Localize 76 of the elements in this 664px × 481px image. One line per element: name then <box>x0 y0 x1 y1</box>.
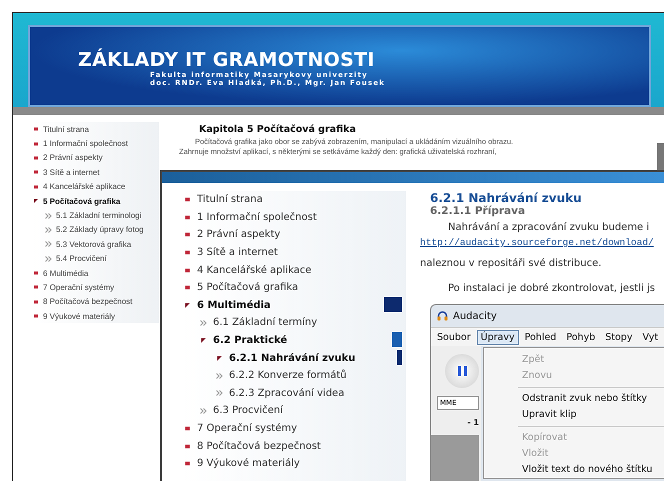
bullet-icon <box>184 266 191 274</box>
window-title: Audacity <box>453 310 497 322</box>
nav-link[interactable]: Titulní strana <box>184 191 406 209</box>
bullet-icon <box>184 249 191 256</box>
nav-link[interactable]: 4 Kancelářské aplikace <box>184 261 406 279</box>
chapter-heading: Kapitola 5 Počítačová grafika <box>199 124 357 135</box>
nav-link[interactable]: 5.4 Procvičení <box>33 252 159 266</box>
bullet-icon <box>184 214 191 221</box>
nav-link[interactable]: 6.2.1 Nahrávání zvuku <box>184 349 406 367</box>
bullet-icon <box>184 196 191 204</box>
nav-link[interactable]: 6.1 Základní termíny <box>184 314 406 332</box>
bullet-icon <box>184 231 191 238</box>
nav-link[interactable]: 1 Informační společnost <box>33 136 159 151</box>
bullet-icon <box>184 425 191 432</box>
paragraph-line: naleznou v repositáři své distribuce. <box>420 257 602 271</box>
bullet-icon <box>184 442 191 450</box>
menu-item[interactable]: Pohyb <box>562 330 600 344</box>
paragraph-line: Nahrávání a zpracování zvuku budeme i <box>447 221 650 235</box>
menu-item[interactable]: Pohled <box>520 330 560 344</box>
double-chevron-icon <box>200 320 207 326</box>
nav-link[interactable]: 1 Informační společnost <box>184 208 406 226</box>
menu-option[interactable]: Vložit text do nového štítku <box>484 462 664 478</box>
nav-link[interactable]: 8 Počítačová bezpečnost <box>33 294 159 310</box>
active-marker <box>384 297 402 312</box>
nav-link[interactable]: 6.2.2 Konverze formátů <box>184 366 406 385</box>
ruler-label: - 1 <box>467 418 479 427</box>
nav-link[interactable]: 3 Sítě a internet <box>33 165 159 180</box>
nav-link[interactable]: 7 Operační systémy <box>33 280 159 295</box>
double-chevron-icon <box>45 241 52 248</box>
nav-link[interactable]: 5.2 Základy úpravy fotog <box>33 222 159 238</box>
menu-item[interactable]: Vyt <box>638 330 662 344</box>
bullet-icon <box>184 302 191 309</box>
nav-link[interactable]: 8 Počítačová bezpečnost <box>184 437 406 455</box>
nav-link[interactable]: 4 Kancelářské aplikace <box>33 180 159 194</box>
bullet-icon <box>184 460 191 468</box>
menu-item[interactable]: Úpravy <box>476 330 519 344</box>
pause-button[interactable] <box>445 354 479 388</box>
bullet-icon <box>33 198 39 204</box>
double-chevron-icon <box>45 256 52 262</box>
double-chevron-icon <box>216 390 223 396</box>
nav-link[interactable]: 3 Sítě a internet <box>184 244 406 262</box>
nav-link[interactable]: 6.2 Praktické <box>184 332 406 350</box>
double-chevron-icon <box>200 408 207 414</box>
nav-link[interactable]: 2 Právní aspekty <box>184 226 406 244</box>
nav-link[interactable]: 5.3 Vektorová grafika <box>33 237 159 252</box>
menu-item[interactable]: Soubor <box>433 330 475 344</box>
menu-option[interactable]: Upravit klip <box>484 407 664 423</box>
pause-icon <box>458 366 466 376</box>
nav-link[interactable]: Titulní strana <box>33 122 159 136</box>
download-link[interactable]: http://audacity.sourceforge.net/download/ <box>420 237 664 255</box>
nav-link[interactable]: 5 Počítačová grafika <box>184 278 406 297</box>
double-chevron-icon <box>45 226 52 233</box>
paragraph-line: Po instalaci je dobré zkontrolovat, jestli js <box>447 282 656 296</box>
site-title: ZÁKLADY IT GRAMOTNOSTI <box>78 49 376 71</box>
nav-link[interactable]: 6.2.3 Zpracování videa <box>184 384 406 402</box>
bullet-icon <box>200 337 207 344</box>
active-marker <box>397 350 402 365</box>
menu-option[interactable]: Odstranit zvuk nebo štítky <box>484 391 664 407</box>
subsection-heading: 6.2.1.1 Příprava <box>430 205 526 217</box>
nav-link[interactable]: 6.3 Procvičení <box>184 402 406 420</box>
double-chevron-icon <box>216 372 223 379</box>
double-chevron-icon <box>45 212 52 219</box>
nav-link[interactable]: 9 Výukové materiály <box>33 309 159 324</box>
bullet-icon <box>216 354 223 362</box>
bullet-icon <box>184 284 191 292</box>
nav-link[interactable]: 5 Počítačová grafika <box>33 194 159 208</box>
nav-link[interactable]: 5.1 Základní terminologi <box>33 208 159 223</box>
active-marker <box>392 332 402 348</box>
nav-link[interactable]: 6 Multimédia <box>184 296 406 314</box>
nav-link[interactable]: 9 Výukové materiály <box>184 454 406 472</box>
menu-item[interactable]: Stopy <box>601 330 636 344</box>
nav-link[interactable]: 7 Operační systémy <box>184 420 406 438</box>
section-heading: 6.2.1 Nahrávání zvuku <box>430 191 583 205</box>
headphones-icon <box>437 311 448 321</box>
nav-link[interactable]: 6 Multimédia <box>33 266 159 280</box>
nav-link[interactable]: 2 Právní aspekty <box>33 150 159 166</box>
